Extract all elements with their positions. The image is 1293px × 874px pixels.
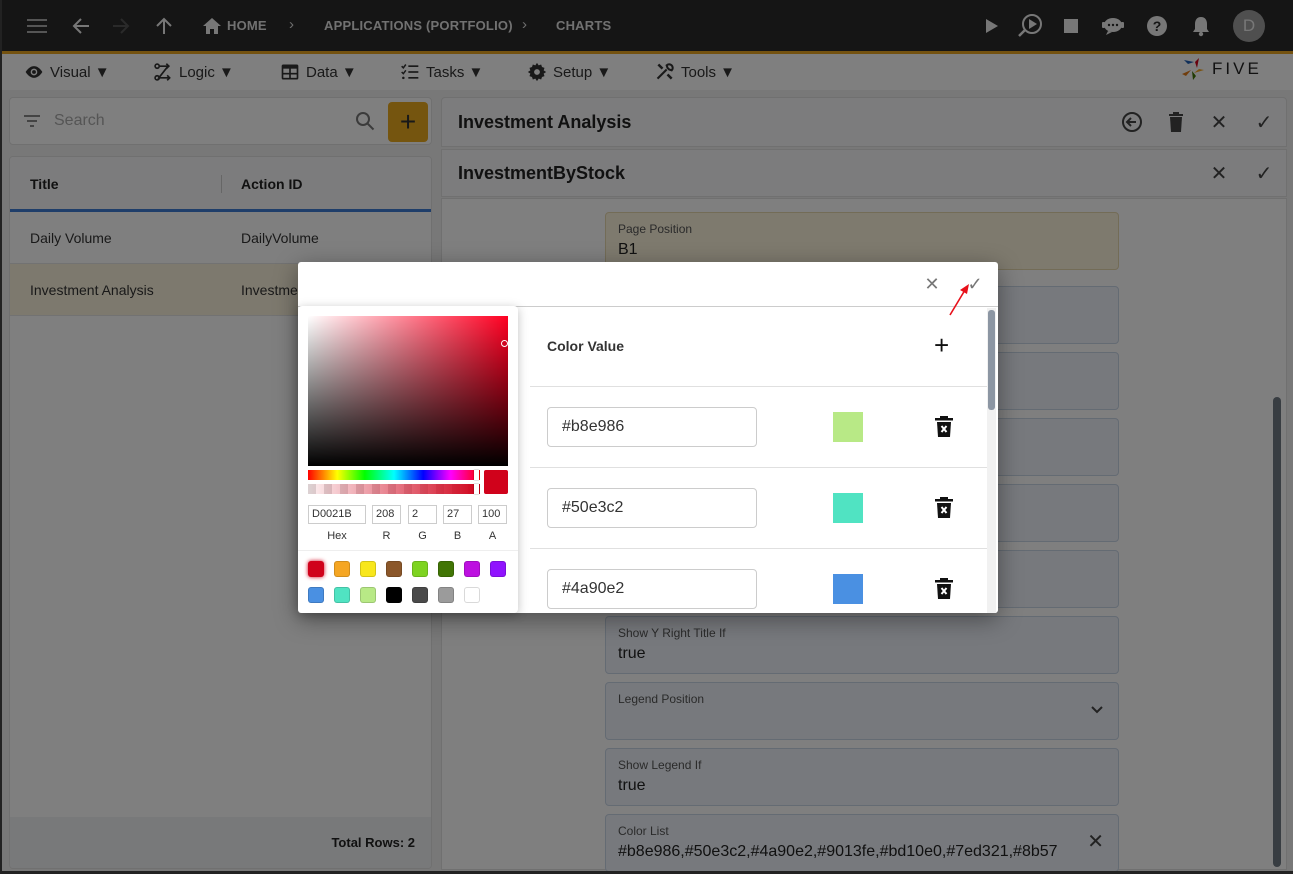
preset-swatch[interactable] — [386, 561, 402, 577]
color-swatch[interactable] — [833, 574, 863, 604]
preset-swatch[interactable] — [490, 561, 506, 577]
add-color-icon[interactable]: + — [934, 332, 949, 358]
preset-swatch[interactable] — [386, 587, 402, 603]
preset-swatch[interactable] — [438, 561, 454, 577]
dialog-header: ✕ ✓ — [298, 262, 998, 307]
preset-swatch[interactable] — [438, 587, 454, 603]
picker-divider — [298, 550, 518, 551]
color-row: #b8e986 — [530, 387, 988, 468]
hue-slider[interactable] — [308, 470, 480, 480]
alpha-slider-handle[interactable] — [474, 484, 479, 494]
saturation-area[interactable] — [308, 316, 508, 466]
window-border — [0, 0, 2, 874]
scrollbar-thumb[interactable] — [988, 310, 995, 410]
color-value-input[interactable]: #b8e986 — [547, 407, 757, 447]
preset-swatch[interactable] — [412, 561, 428, 577]
color-value-input[interactable]: #50e3c2 — [547, 488, 757, 528]
color-list: Color Value + #b8e986 #50e3c2 #4a90e2 — [530, 308, 988, 613]
a-input[interactable]: 100 — [478, 505, 507, 524]
color-swatch[interactable] — [833, 493, 863, 523]
color-value-input[interactable]: #4a90e2 — [547, 569, 757, 609]
dialog-scrollbar[interactable] — [987, 308, 996, 613]
color-value-heading: Color Value — [547, 338, 625, 354]
saturation-handle[interactable] — [501, 340, 508, 347]
color-list-header: Color Value + — [530, 308, 988, 387]
annotation-arrow — [949, 284, 969, 316]
b-label: B — [453, 530, 462, 542]
delete-icon[interactable] — [934, 578, 954, 600]
b-input[interactable]: 27 — [443, 505, 472, 524]
preset-swatch[interactable] — [464, 561, 480, 577]
close-icon[interactable]: ✕ — [922, 274, 942, 294]
preset-swatch[interactable] — [360, 587, 376, 603]
color-row: #4a90e2 — [530, 549, 988, 613]
r-label: R — [382, 530, 391, 542]
a-label: A — [488, 530, 497, 542]
preset-swatch[interactable] — [360, 561, 376, 577]
hue-slider-handle[interactable] — [474, 470, 479, 480]
color-swatch[interactable] — [833, 412, 863, 442]
color-row: #50e3c2 — [530, 468, 988, 549]
hex-label: Hex — [327, 530, 347, 542]
g-label: G — [418, 530, 427, 542]
preset-swatch[interactable] — [464, 587, 480, 603]
preset-swatch[interactable] — [334, 587, 350, 603]
hex-input[interactable]: D0021B — [308, 505, 366, 524]
delete-icon[interactable] — [934, 497, 954, 519]
delete-icon[interactable] — [934, 416, 954, 438]
alpha-slider[interactable] — [308, 484, 480, 494]
preset-swatch[interactable] — [412, 587, 428, 603]
color-picker: D0021B 208 2 27 100 Hex R G B A — [298, 306, 518, 613]
r-input[interactable]: 208 — [372, 505, 401, 524]
preset-swatch[interactable] — [334, 561, 350, 577]
color-preview — [484, 470, 508, 494]
preset-swatch[interactable] — [308, 587, 324, 603]
preset-swatch[interactable] — [308, 561, 324, 577]
g-input[interactable]: 2 — [408, 505, 437, 524]
